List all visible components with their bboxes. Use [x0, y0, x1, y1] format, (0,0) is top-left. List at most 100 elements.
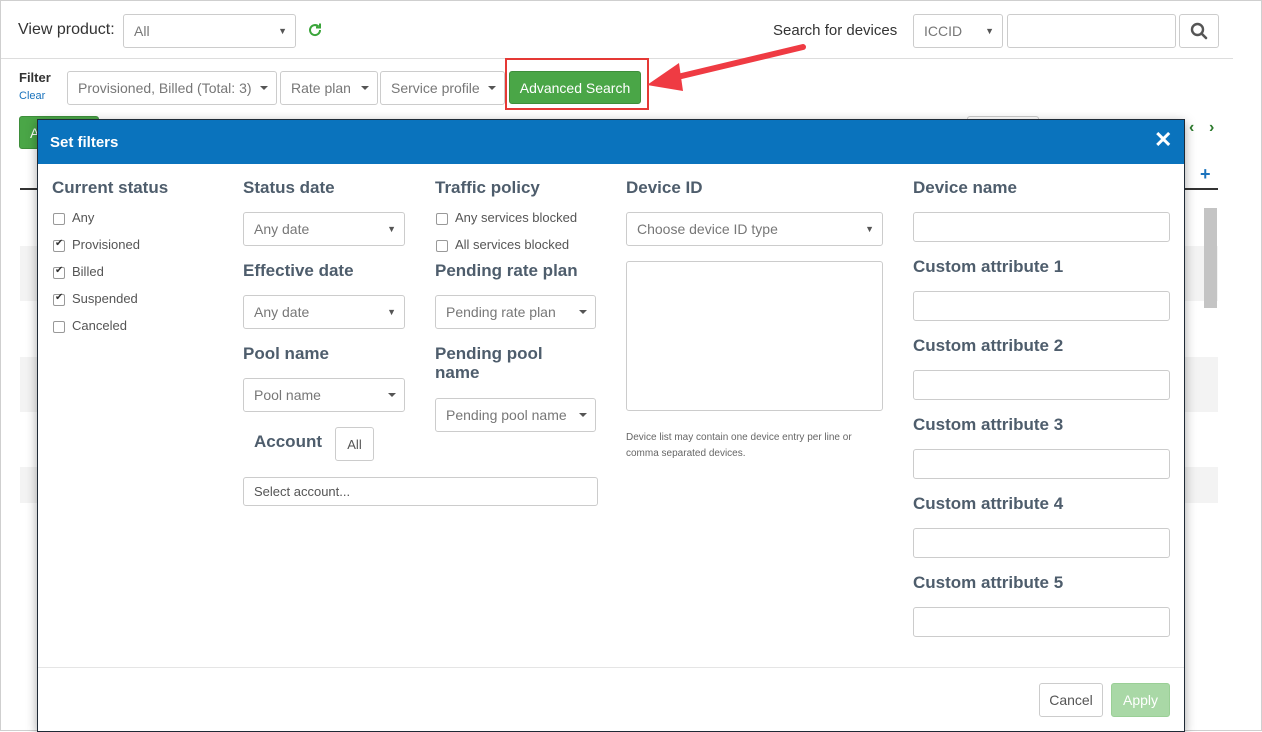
chevron-down-icon: [579, 310, 587, 314]
search-devices-label: Search for devices: [773, 22, 898, 39]
all-services-blocked-label: All services blocked: [455, 237, 570, 252]
device-id-type-select[interactable]: Choose device ID type ▼: [626, 212, 883, 246]
status-provisioned-label: Provisioned: [72, 237, 140, 252]
custom-attribute-2-heading: Custom attribute 2: [913, 336, 1064, 355]
search-type-select[interactable]: ICCID ▼: [913, 14, 1003, 48]
modal-title: Set filters: [50, 134, 119, 151]
chevron-down-icon: [579, 413, 587, 417]
status-filter-select[interactable]: Provisioned, Billed (Total: 3): [67, 71, 277, 105]
custom-attribute-3-heading: Custom attribute 3: [913, 415, 1064, 434]
custom-attribute-4-input[interactable]: [913, 528, 1170, 558]
search-icon: [1190, 22, 1208, 40]
current-status-heading: Current status: [52, 178, 169, 197]
chevron-down-icon: ▼: [387, 224, 396, 234]
pending-pool-name-heading-line2: name: [435, 363, 480, 382]
chevron-down-icon: [488, 86, 496, 90]
table-scrollbar[interactable]: [1204, 208, 1217, 308]
chevron-down-icon: [388, 393, 396, 397]
rate-plan-select[interactable]: Rate plan: [280, 71, 378, 105]
clear-link[interactable]: Clear: [19, 90, 45, 102]
chevron-right-icon[interactable]: ›: [1209, 119, 1214, 137]
status-date-value: Any date: [254, 221, 310, 237]
pending-rate-plan-heading: Pending rate plan: [435, 261, 578, 280]
rate-plan-value: Rate plan: [291, 80, 351, 96]
custom-attribute-5-heading: Custom attribute 5: [913, 573, 1064, 592]
account-all-label: All: [347, 436, 362, 452]
device-id-list-textarea[interactable]: [626, 261, 883, 411]
apply-button[interactable]: Apply: [1111, 683, 1170, 717]
any-services-blocked-label: Any services blocked: [455, 210, 578, 225]
close-icon[interactable]: ✕: [1154, 127, 1172, 153]
custom-attribute-4-heading: Custom attribute 4: [913, 494, 1064, 513]
all-services-blocked-checkbox[interactable]: [436, 240, 448, 252]
cancel-label: Cancel: [1049, 692, 1093, 708]
search-input[interactable]: [1007, 14, 1176, 48]
search-button[interactable]: [1179, 14, 1219, 48]
effective-date-heading: Effective date: [243, 261, 354, 280]
chevron-down-icon: ▼: [865, 224, 874, 234]
chevron-down-icon: ▼: [985, 26, 994, 36]
arrow-icon: [647, 44, 806, 91]
custom-attribute-5-input[interactable]: [913, 607, 1170, 637]
effective-date-value: Any date: [254, 304, 310, 320]
custom-attribute-3-input[interactable]: [913, 449, 1170, 479]
view-product-select[interactable]: All ▼: [123, 14, 296, 48]
pool-name-heading: Pool name: [243, 344, 329, 363]
modal-header: Set filters ✕: [38, 120, 1184, 164]
chevron-left-icon[interactable]: ‹: [1189, 119, 1194, 137]
status-date-heading: Status date: [243, 178, 335, 197]
device-id-hint-line1: Device list may contain one device entry…: [626, 432, 852, 443]
status-provisioned-checkbox[interactable]: [53, 238, 65, 252]
chevron-down-icon: ▼: [278, 26, 287, 36]
pending-pool-name-value: Pending pool name: [446, 407, 567, 423]
custom-attribute-1-input[interactable]: [913, 291, 1170, 321]
status-canceled-checkbox[interactable]: [53, 321, 65, 333]
pending-rate-plan-select[interactable]: Pending rate plan: [435, 295, 596, 329]
device-name-input[interactable]: [913, 212, 1170, 242]
pool-name-value: Pool name: [254, 387, 321, 403]
modal-footer-divider: [38, 667, 1184, 668]
cancel-button[interactable]: Cancel: [1039, 683, 1103, 717]
chevron-down-icon: ▼: [387, 307, 396, 317]
status-any-checkbox[interactable]: [53, 213, 65, 225]
filter-label: Filter: [19, 70, 51, 85]
status-date-select[interactable]: Any date ▼: [243, 212, 405, 246]
account-placeholder: Select account...: [254, 484, 351, 499]
apply-label: Apply: [1122, 692, 1159, 708]
device-id-heading: Device ID: [626, 178, 703, 197]
device-name-heading: Device name: [913, 178, 1017, 197]
pending-pool-name-heading-line1: Pending pool: [435, 344, 543, 363]
status-suspended-checkbox[interactable]: [53, 292, 65, 306]
pool-name-select[interactable]: Pool name: [243, 378, 405, 412]
any-services-blocked-checkbox[interactable]: [436, 213, 448, 225]
traffic-policy-heading: Traffic policy: [435, 178, 540, 197]
status-billed-label: Billed: [72, 264, 104, 279]
pending-pool-name-select[interactable]: Pending pool name: [435, 398, 596, 432]
add-column-icon[interactable]: +: [1200, 164, 1211, 185]
custom-attribute-2-input[interactable]: [913, 370, 1170, 400]
service-profile-select[interactable]: Service profile: [380, 71, 505, 105]
refresh-icon[interactable]: [307, 22, 323, 38]
view-product-value: All: [134, 23, 150, 39]
status-canceled-label: Canceled: [72, 318, 127, 333]
view-product-label: View product:: [18, 21, 115, 38]
status-suspended-label: Suspended: [72, 291, 138, 306]
pending-rate-plan-value: Pending rate plan: [446, 304, 556, 320]
service-profile-value: Service profile: [391, 80, 480, 96]
status-any-label: Any: [72, 210, 95, 225]
advanced-search-button[interactable]: Advanced Search: [509, 71, 641, 104]
device-id-type-value: Choose device ID type: [637, 221, 778, 237]
account-heading: Account: [254, 432, 322, 451]
effective-date-select[interactable]: Any date ▼: [243, 295, 405, 329]
status-filter-value: Provisioned, Billed (Total: 3): [78, 80, 252, 96]
chevron-down-icon: [361, 86, 369, 90]
account-select[interactable]: Select account...: [243, 477, 598, 506]
chevron-down-icon: [260, 86, 268, 90]
set-filters-modal: Set filters ✕ Current status Any Provisi…: [37, 119, 1185, 732]
account-all-button[interactable]: All: [335, 427, 374, 461]
status-billed-checkbox[interactable]: [53, 265, 65, 279]
custom-attribute-1-heading: Custom attribute 1: [913, 257, 1064, 276]
device-id-hint-line2: comma separated devices.: [626, 448, 746, 459]
advanced-search-label: Advanced Search: [519, 79, 631, 96]
search-type-value: ICCID: [924, 23, 963, 39]
